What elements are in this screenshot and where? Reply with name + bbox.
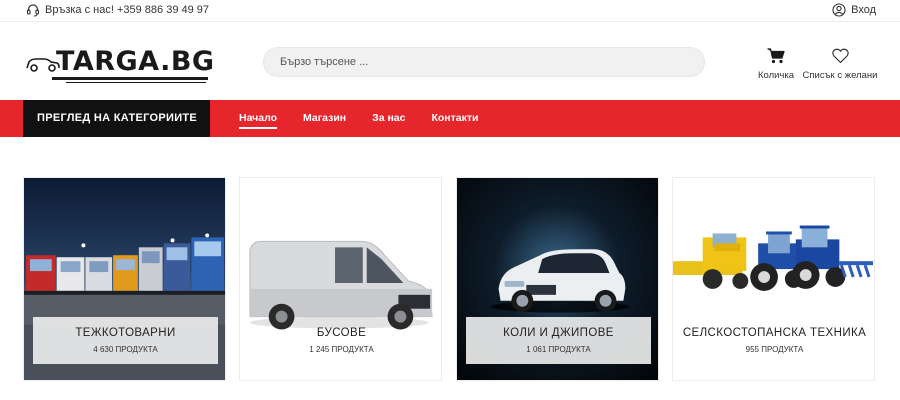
cart-label: Количка: [757, 70, 795, 81]
category-card-trucks[interactable]: ТЕЖКОТОВАРНИ 4 630 ПРОДУКТА: [23, 177, 226, 381]
headset-icon: [26, 3, 40, 17]
nav-link-about[interactable]: За нас: [372, 112, 405, 124]
category-grid: ТЕЖКОТОВАРНИ 4 630 ПРОДУКТА БУСОВЕ 1 245…: [23, 177, 877, 381]
top-bar: Връзка с нас! +359 886 39 49 97 Вход: [0, 0, 900, 22]
heart-icon: [831, 48, 849, 67]
login-link[interactable]: Вход: [832, 3, 876, 17]
nav-link-home[interactable]: Начало: [239, 112, 278, 129]
nav-link-shop[interactable]: Магазин: [303, 112, 346, 124]
category-count: 1 245 ПРОДУКТА: [309, 345, 374, 354]
category-card-agri[interactable]: СЕЛСКОСТОПАНСКА ТЕХНИКА 955 ПРОДУКТА: [672, 177, 875, 381]
wishlist-button[interactable]: Списък с желани: [800, 48, 880, 81]
site-logo[interactable]: TARGA.BG: [26, 46, 214, 83]
category-card-cars[interactable]: КОЛИ И ДЖИПОВЕ 1 061 ПРОДУКТА: [456, 177, 659, 381]
category-card-vans[interactable]: БУСОВЕ 1 245 ПРОДУКТА: [239, 177, 442, 381]
category-count: 4 630 ПРОДУКТА: [93, 345, 158, 354]
category-label-box: КОЛИ И ДЖИПОВЕ 1 061 ПРОДУКТА: [466, 317, 651, 364]
category-count: 1 061 ПРОДУКТА: [526, 345, 591, 354]
category-title: КОЛИ И ДЖИПОВЕ: [503, 327, 614, 339]
logo-text: TARGA.BG: [56, 46, 215, 77]
search-input[interactable]: [263, 47, 705, 77]
category-title: БУСОВЕ: [316, 327, 367, 339]
category-label-box: СЕЛСКОСТОПАНСКА ТЕХНИКА 955 ПРОДУКТА: [682, 317, 867, 364]
header: TARGA.BG Количка Списък с желани: [0, 23, 900, 100]
nav-links: Начало Магазин За нас Контакти: [239, 112, 504, 129]
nav-link-contacts[interactable]: Контакти: [431, 112, 478, 124]
logo-underline: [52, 77, 208, 80]
cart-button[interactable]: Количка: [754, 48, 798, 81]
logo-underline-thin: [66, 82, 206, 83]
category-label-box: БУСОВЕ 1 245 ПРОДУКТА: [249, 317, 434, 364]
category-title: СЕЛСКОСТОПАНСКА ТЕХНИКА: [682, 327, 867, 339]
wishlist-label: Списък с желани: [802, 70, 878, 81]
contact-label: Връзка с нас! +359 886 39 49 97: [45, 4, 210, 16]
browse-categories-button[interactable]: ПРЕГЛЕД НА КАТЕГОРИИТЕ: [23, 100, 210, 137]
contact-info[interactable]: Връзка с нас! +359 886 39 49 97: [26, 3, 209, 17]
user-icon: [832, 3, 846, 17]
category-count: 955 ПРОДУКТА: [745, 345, 804, 354]
main-nav: ПРЕГЛЕД НА КАТЕГОРИИТЕ Начало Магазин За…: [0, 100, 900, 137]
login-label: Вход: [851, 4, 876, 16]
car-logo-icon: [26, 58, 60, 72]
category-title: ТЕЖКОТОВАРНИ: [75, 327, 176, 339]
category-label-box: ТЕЖКОТОВАРНИ 4 630 ПРОДУКТА: [33, 317, 218, 364]
cart-icon: [767, 48, 785, 67]
